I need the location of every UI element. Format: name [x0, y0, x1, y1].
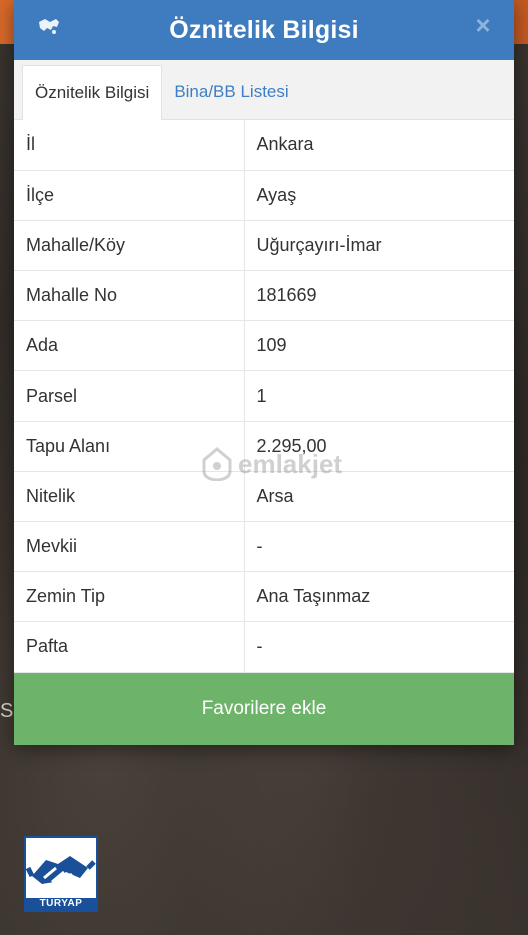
attribute-value: Uğurçayırı-İmar [244, 220, 514, 272]
table-row: İl Ankara [14, 120, 514, 171]
attribute-key: İl [14, 120, 245, 171]
turyap-logo[interactable]: TURYAP [24, 836, 98, 912]
tab-bar: Öznitelik Bilgisi Bina/BB Listesi [14, 60, 514, 120]
tab-building-list[interactable]: Bina/BB Listesi [162, 65, 300, 119]
add-to-favorites-button[interactable]: Favorilere ekle [14, 673, 514, 745]
close-button[interactable]: × [468, 10, 498, 40]
attribute-table: İl Ankara İlçe Ayaş Mahalle/Köy Uğurçayırı-İm… [14, 120, 514, 673]
table-row: Ada 109 [14, 320, 514, 372]
dialog-header: Öznitelik Bilgisi × [14, 0, 514, 60]
attribute-key: Mahalle/Köy [14, 220, 245, 272]
attribute-value: Ankara [244, 120, 514, 171]
table-row: Mevkii - [14, 521, 514, 573]
attribute-value: 2.295,00 [244, 421, 514, 472]
table-row: Mahalle No 181669 [14, 270, 514, 322]
attribute-key: Parsel [14, 370, 245, 422]
attribute-key: Ada [14, 320, 245, 372]
attribute-value: Ayaş [244, 170, 514, 221]
attribute-value: 181669 [244, 270, 514, 322]
table-row: Parsel 1 [14, 370, 514, 422]
world-map-icon [39, 19, 59, 34]
table-row: Nitelik Arsa [14, 471, 514, 523]
attribute-dialog: Öznitelik Bilgisi × Öznitelik Bilgisi Bi… [14, 0, 514, 745]
attribute-key: İlçe [14, 170, 245, 221]
attribute-value: Arsa [244, 471, 514, 523]
attribute-key: Nitelik [14, 471, 245, 523]
attribute-key: Tapu Alanı [14, 421, 245, 472]
attribute-value: 109 [244, 320, 514, 372]
table-row: Pafta - [14, 621, 514, 673]
attribute-key: Zemin Tip [14, 571, 245, 623]
attribute-key: Mevkii [14, 521, 245, 573]
table-row: Tapu Alanı 2.295,00 [14, 421, 514, 472]
turyap-label: TURYAP [26, 898, 96, 910]
attribute-key: Mahalle No [14, 270, 245, 322]
attribute-value: Ana Taşınmaz [244, 571, 514, 623]
attribute-value: - [244, 521, 514, 573]
attribute-value: - [244, 621, 514, 673]
dialog-title: Öznitelik Bilgisi [169, 15, 359, 44]
background-edge-text: S [0, 700, 14, 722]
table-row: Zemin Tip Ana Taşınmaz [14, 571, 514, 623]
attribute-key: Pafta [14, 621, 245, 673]
handshake-icon [25, 856, 96, 886]
attribute-value: 1 [244, 370, 514, 422]
table-row: İlçe Ayaş [14, 170, 514, 221]
table-row: Mahalle/Köy Uğurçayırı-İmar [14, 220, 514, 272]
tab-attribute-info[interactable]: Öznitelik Bilgisi [22, 65, 163, 120]
